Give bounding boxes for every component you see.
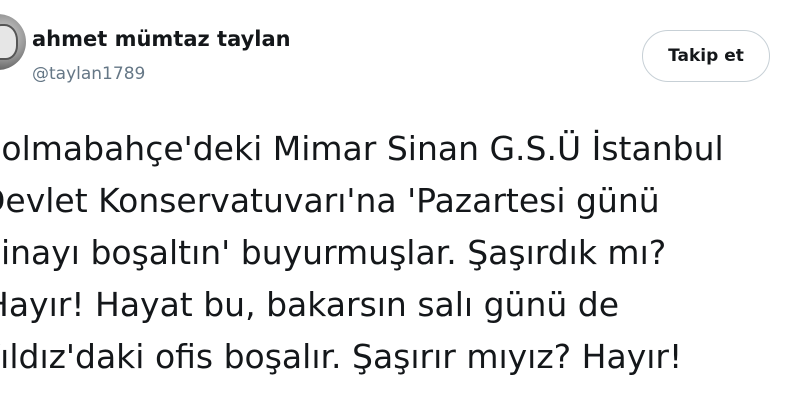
tweet-text: Dolmabahçe'deki Mimar Sinan G.S.Ü İstanb… bbox=[0, 123, 800, 383]
avatar-face-icon bbox=[0, 24, 18, 60]
tweet-line: Dolmabahçe'deki Mimar Sinan G.S.Ü İstanb… bbox=[0, 129, 724, 168]
author-name[interactable]: ahmet mümtaz taylan bbox=[32, 27, 291, 51]
tweet-line: binayı boşaltın' buyurmuşlar. Şaşırdık m… bbox=[0, 233, 667, 272]
tweet-line: Yıldız'daki ofis boşalır. Şaşırır mıyız?… bbox=[0, 337, 683, 376]
author-handle[interactable]: @taylan1789 bbox=[32, 64, 145, 84]
tweet-line: Devlet Konservatuvarı'na 'Pazartesi günü bbox=[0, 181, 660, 220]
tweet-line: Hayır! Hayat bu, bakarsın salı günü de bbox=[0, 285, 620, 324]
tweet-card: ahmet mümtaz taylan @taylan1789 Takip et… bbox=[0, 0, 800, 400]
avatar[interactable] bbox=[0, 14, 26, 70]
follow-button[interactable]: Takip et bbox=[642, 30, 770, 82]
